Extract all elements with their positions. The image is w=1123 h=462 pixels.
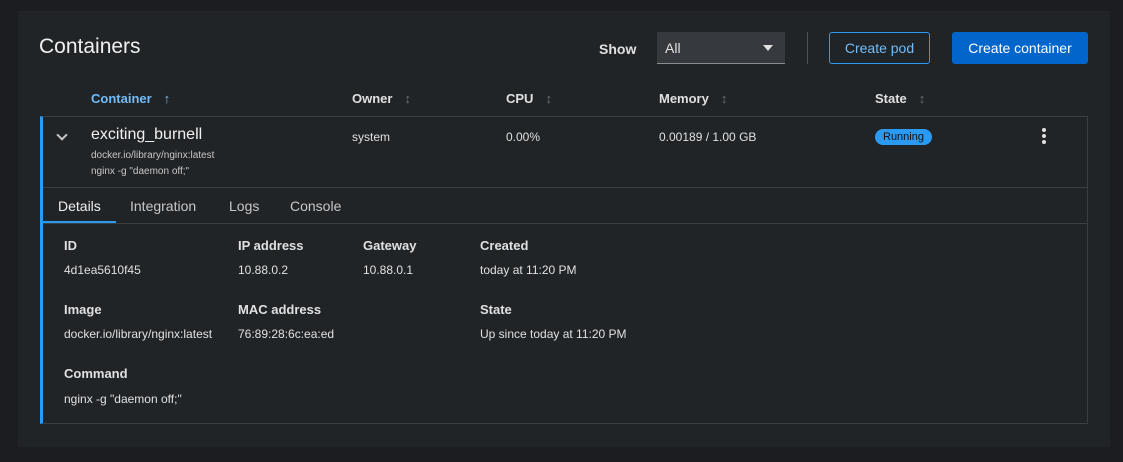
kebab-menu-icon[interactable] [1040, 128, 1048, 144]
detail-image-label: Image [64, 302, 102, 317]
detail-state-value: Up since today at 11:20 PM [480, 327, 627, 341]
container-command: nginx -g "daemon off;" [91, 166, 190, 177]
column-header-owner[interactable]: Owner ↕ [352, 91, 411, 106]
status-badge: Running [875, 129, 932, 145]
create-container-button[interactable]: Create container [952, 32, 1088, 64]
containers-card: Containers Show All Create pod Create co… [18, 11, 1110, 447]
detail-command-label: Command [64, 366, 128, 381]
page-title: Containers [39, 35, 141, 58]
column-header-state-label: State [875, 91, 907, 106]
row-divider [43, 187, 1087, 188]
container-memory: 0.00189 / 1.00 GB [659, 130, 757, 144]
detail-mac-value: 76:89:28:6c:ea:ed [238, 327, 335, 341]
sort-icon: ↕ [404, 91, 411, 106]
sort-icon: ↕ [918, 91, 926, 106]
detail-id-value: 4d1ea5610f45 [64, 263, 141, 277]
tab-integration[interactable]: Integration [130, 198, 196, 214]
detail-state-label: State [480, 302, 512, 317]
container-name: exciting_burnell [91, 126, 203, 143]
detail-created-value: today at 11:20 PM [480, 263, 577, 277]
column-header-container-label: Container [91, 91, 152, 106]
detail-gateway-label: Gateway [363, 238, 417, 253]
tab-logs[interactable]: Logs [229, 198, 259, 214]
column-header-container[interactable]: Container ↑ [91, 91, 170, 106]
column-header-state[interactable]: State ↕ [875, 91, 925, 106]
detail-image-value: docker.io/library/nginx:latest [64, 327, 213, 341]
tab-console[interactable]: Console [290, 198, 341, 214]
caret-down-icon [763, 45, 773, 51]
column-header-cpu[interactable]: CPU ↕ [506, 91, 552, 106]
container-cpu: 0.00% [506, 130, 541, 144]
sort-icon: ↕ [545, 91, 552, 106]
sort-ascending-icon: ↑ [163, 91, 171, 106]
column-header-memory-label: Memory [659, 91, 709, 106]
detail-mac-label: MAC address [238, 302, 322, 317]
tab-details[interactable]: Details [58, 198, 101, 214]
column-header-memory[interactable]: Memory ↕ [659, 91, 727, 106]
detail-ip-label: IP address [238, 238, 304, 253]
show-filter-label: Show [599, 41, 637, 57]
show-filter-select[interactable]: All [657, 32, 785, 64]
sort-icon: ↕ [720, 91, 728, 106]
detail-ip-value: 10.88.0.2 [238, 263, 289, 277]
detail-id-label: ID [64, 238, 77, 253]
container-image: docker.io/library/nginx:latest [91, 150, 215, 161]
column-header-owner-label: Owner [352, 91, 393, 106]
detail-gateway-value: 10.88.0.1 [363, 263, 414, 277]
column-header-cpu-label: CPU [506, 91, 534, 106]
container-owner: system [352, 130, 391, 144]
toolbar-divider [807, 32, 808, 64]
detail-created-label: Created [480, 238, 529, 253]
show-filter-value: All [665, 40, 681, 56]
tabs-divider [43, 223, 1087, 224]
detail-command-value: nginx -g "daemon off;" [64, 392, 182, 406]
create-pod-button[interactable]: Create pod [829, 32, 930, 64]
